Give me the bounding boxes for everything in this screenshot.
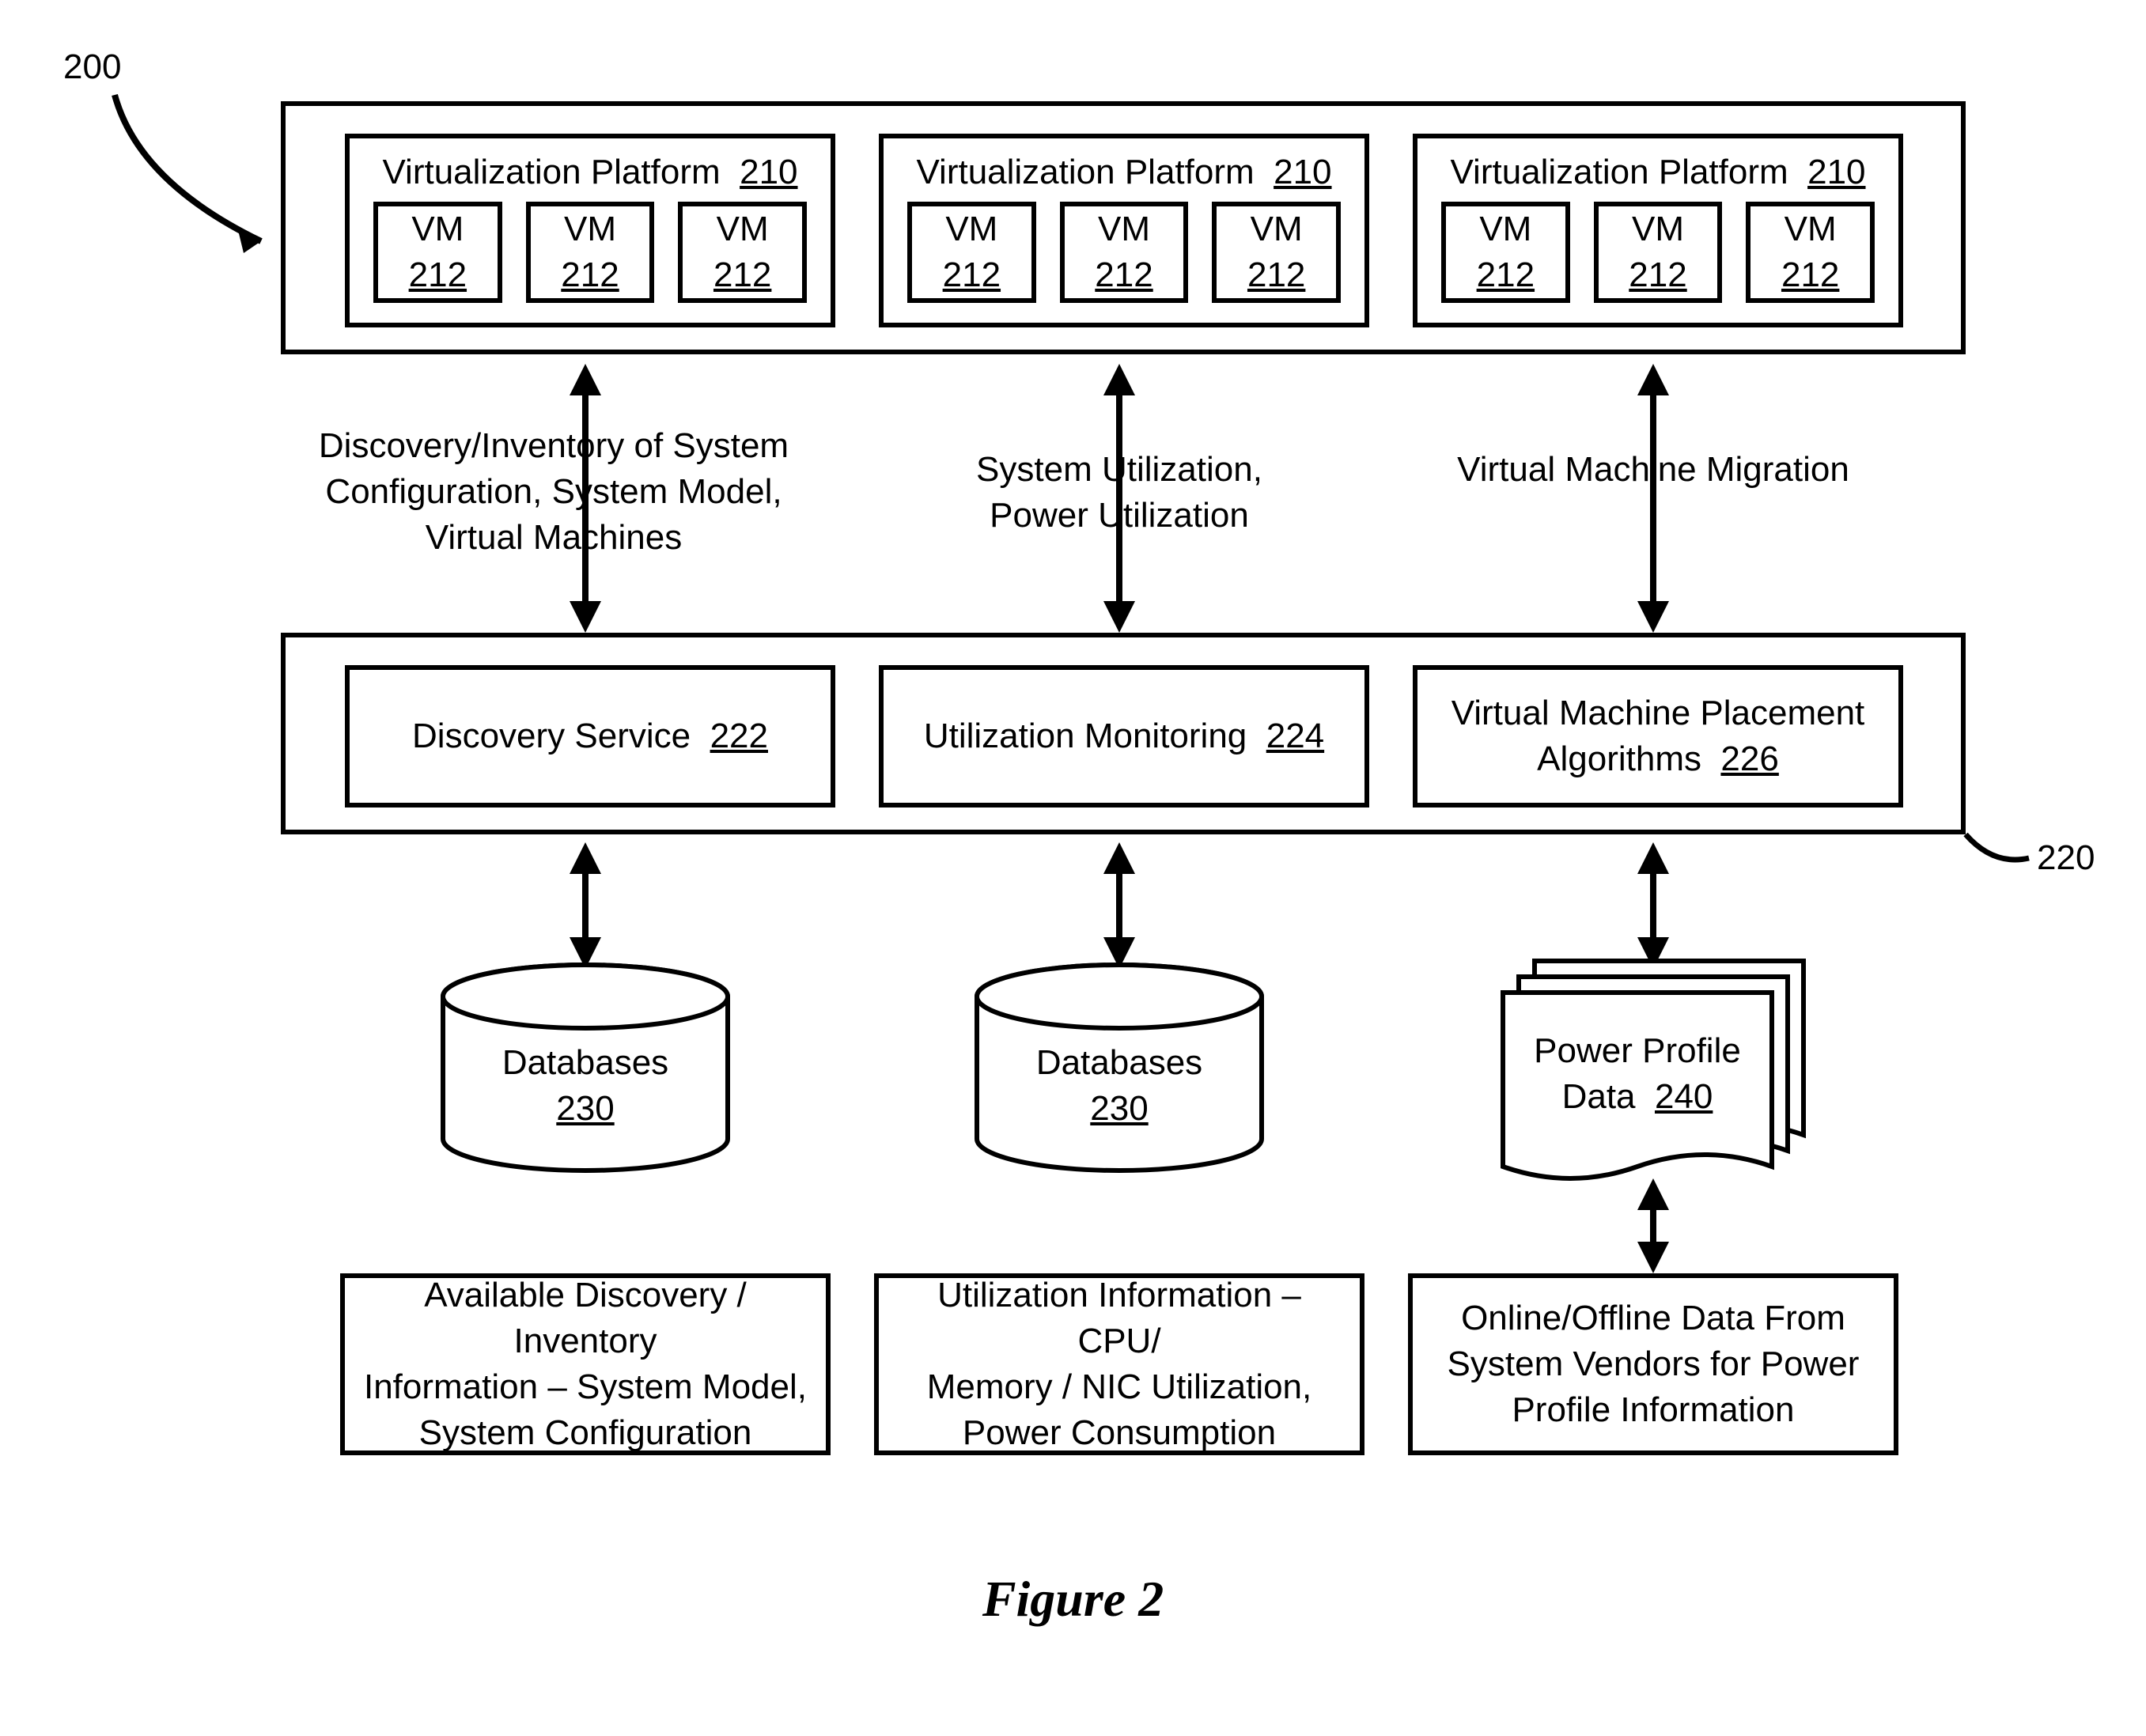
vm-box: VM212 — [1060, 202, 1189, 303]
vm-box: VM212 — [907, 202, 1036, 303]
vm-box: VM212 — [1441, 202, 1570, 303]
vm-box: VM212 — [526, 202, 655, 303]
discovery-service-box: Discovery Service 222 — [345, 665, 835, 807]
platform-3-title: Virtualization Platform 210 — [1417, 149, 1898, 195]
database-mid-label: Databases230 — [977, 1040, 1262, 1132]
bottom-box-mid: Utilization Information – CPU/Memory / N… — [874, 1273, 1364, 1455]
platform-2-title: Virtualization Platform 210 — [884, 149, 1364, 195]
vm-box: VM212 — [1746, 202, 1875, 303]
arrow-label-left: Discovery/Inventory of SystemConfigurati… — [308, 423, 799, 561]
arrow-label-mid: System Utilization,Power Utilization — [906, 447, 1333, 539]
power-profile-label: Power Profile Data 240 — [1503, 1028, 1772, 1120]
utilization-monitoring-box: Utilization Monitoring 224 — [879, 665, 1369, 807]
services-outer-box: Discovery Service 222 Utilization Monito… — [281, 633, 1966, 834]
bottom-box-right: Online/Offline Data FromSystem Vendors f… — [1408, 1273, 1898, 1455]
vm-box: VM212 — [678, 202, 807, 303]
virtualization-platform-3: Virtualization Platform 210 VM212 VM212 … — [1413, 134, 1903, 327]
vm-box: VM212 — [373, 202, 502, 303]
services-ref-num: 220 — [2037, 838, 2095, 878]
figure-number: 200 — [63, 47, 121, 87]
virtualization-platform-1: Virtualization Platform 210 VM212 VM212 … — [345, 134, 835, 327]
vm-box: VM212 — [1212, 202, 1341, 303]
figure-diagram: 200 Virtualization Platform 210 VM212 VM… — [0, 0, 2146, 1736]
bottom-box-left: Available Discovery / InventoryInformati… — [340, 1273, 831, 1455]
virtualization-platform-2: Virtualization Platform 210 VM212 VM212 … — [879, 134, 1369, 327]
arrow-label-right: Virtual Machine Migration — [1448, 447, 1859, 493]
database-left-label: Databases230 — [443, 1040, 728, 1132]
platform-1-title: Virtualization Platform 210 — [350, 149, 831, 195]
platforms-outer-box: Virtualization Platform 210 VM212 VM212 … — [281, 101, 1966, 354]
vm-placement-algos-box: Virtual Machine Placement Algorithms 226 — [1413, 665, 1903, 807]
figure-caption: Figure 2 — [0, 1570, 2146, 1628]
vm-box: VM212 — [1594, 202, 1723, 303]
